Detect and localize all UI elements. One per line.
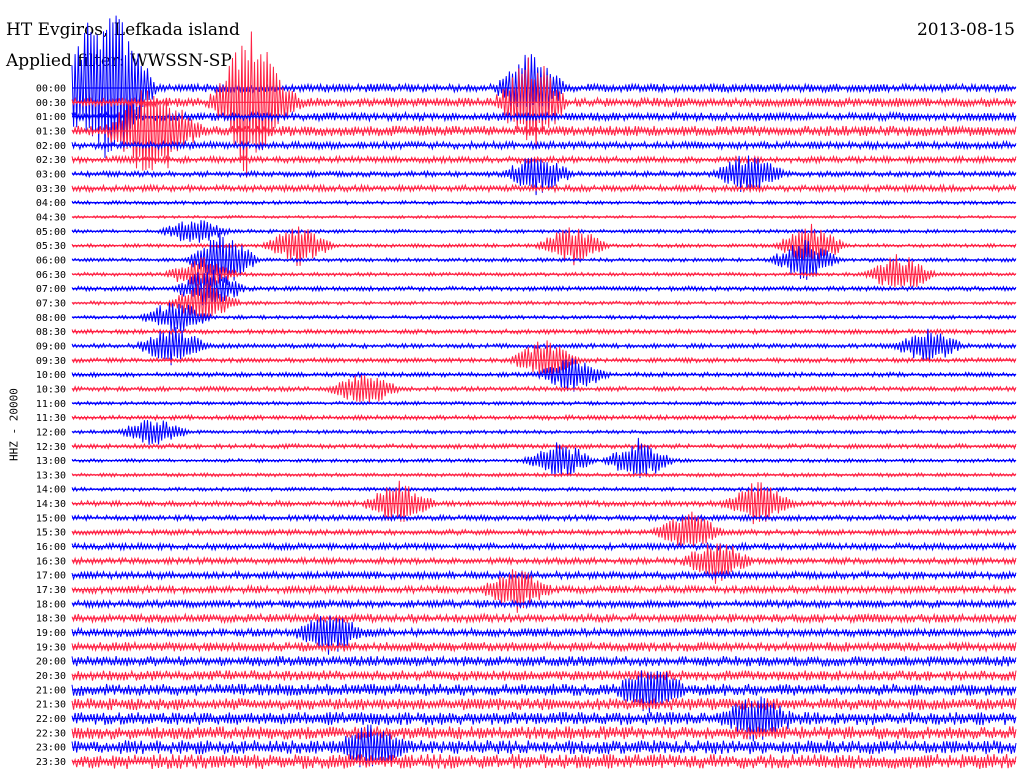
row-time-label: 01:00	[36, 112, 66, 123]
row-time-label: 06:00	[36, 255, 66, 266]
row-time-label: 02:00	[36, 141, 66, 152]
trace-row	[71, 155, 1017, 196]
helicorder-plot: 00:00 00:30 01:00 01:30 02:00 02:30 03:00 03:30…	[36, 15, 1017, 769]
row-time-label: 23:30	[36, 757, 66, 768]
row-time-label: 21:00	[36, 685, 66, 696]
row-time-label: 21:30	[36, 700, 66, 711]
row-time-label: 11:30	[36, 413, 66, 424]
trace-row	[71, 302, 1017, 334]
row-time-label: 16:00	[36, 542, 66, 553]
row-time-label: 10:00	[36, 370, 66, 381]
row-time-label: 20:00	[36, 657, 66, 668]
traces-group	[71, 15, 1017, 769]
row-time-label: 05:30	[36, 241, 66, 252]
row-time-label: 04:30	[36, 212, 66, 223]
row-time-label: 06:30	[36, 270, 66, 281]
row-time-label: 04:00	[36, 198, 66, 209]
row-time-label: 12:00	[36, 427, 66, 438]
tick-labels-group: 00:00 00:30 01:00 01:30 02:00 02:30 03:00 03:30…	[36, 84, 66, 769]
row-time-label: 05:00	[36, 227, 66, 238]
row-time-label: 11:00	[36, 399, 66, 410]
row-time-label: 13:30	[36, 470, 66, 481]
row-time-label: 15:00	[36, 513, 66, 524]
row-time-label: 10:30	[36, 384, 66, 395]
row-time-label: 16:30	[36, 556, 66, 567]
row-time-label: 00:00	[36, 84, 66, 95]
row-time-label: 07:30	[36, 298, 66, 309]
row-time-label: 13:00	[36, 456, 66, 467]
row-time-label: 18:30	[36, 614, 66, 625]
row-time-label: 17:00	[36, 571, 66, 582]
trace-row	[71, 543, 1017, 584]
row-time-label: 03:00	[36, 169, 66, 180]
trace-row	[71, 670, 1017, 714]
row-time-label: 23:00	[36, 743, 66, 754]
trace-row	[71, 615, 1017, 655]
row-time-label: 03:30	[36, 184, 66, 195]
row-time-label: 17:30	[36, 585, 66, 596]
row-time-label: 15:30	[36, 528, 66, 539]
row-time-label: 22:30	[36, 728, 66, 739]
row-time-label: 18:00	[36, 599, 66, 610]
trace-row	[71, 569, 1017, 613]
row-time-label: 08:30	[36, 327, 66, 338]
row-time-label: 14:30	[36, 499, 66, 510]
row-time-label: 07:00	[36, 284, 66, 295]
row-time-label: 19:30	[36, 642, 66, 653]
row-time-label: 19:00	[36, 628, 66, 639]
row-time-label: 14:00	[36, 485, 66, 496]
row-time-label: 22:00	[36, 714, 66, 725]
row-time-label: 08:00	[36, 313, 66, 324]
row-time-label: 02:30	[36, 155, 66, 166]
row-time-label: 09:30	[36, 356, 66, 367]
row-time-label: 12:30	[36, 442, 66, 453]
trace-row	[71, 269, 1017, 306]
row-time-label: 20:30	[36, 671, 66, 682]
row-time-label: 01:30	[36, 126, 66, 137]
row-time-label: 09:00	[36, 341, 66, 352]
row-time-label: 00:30	[36, 98, 66, 109]
